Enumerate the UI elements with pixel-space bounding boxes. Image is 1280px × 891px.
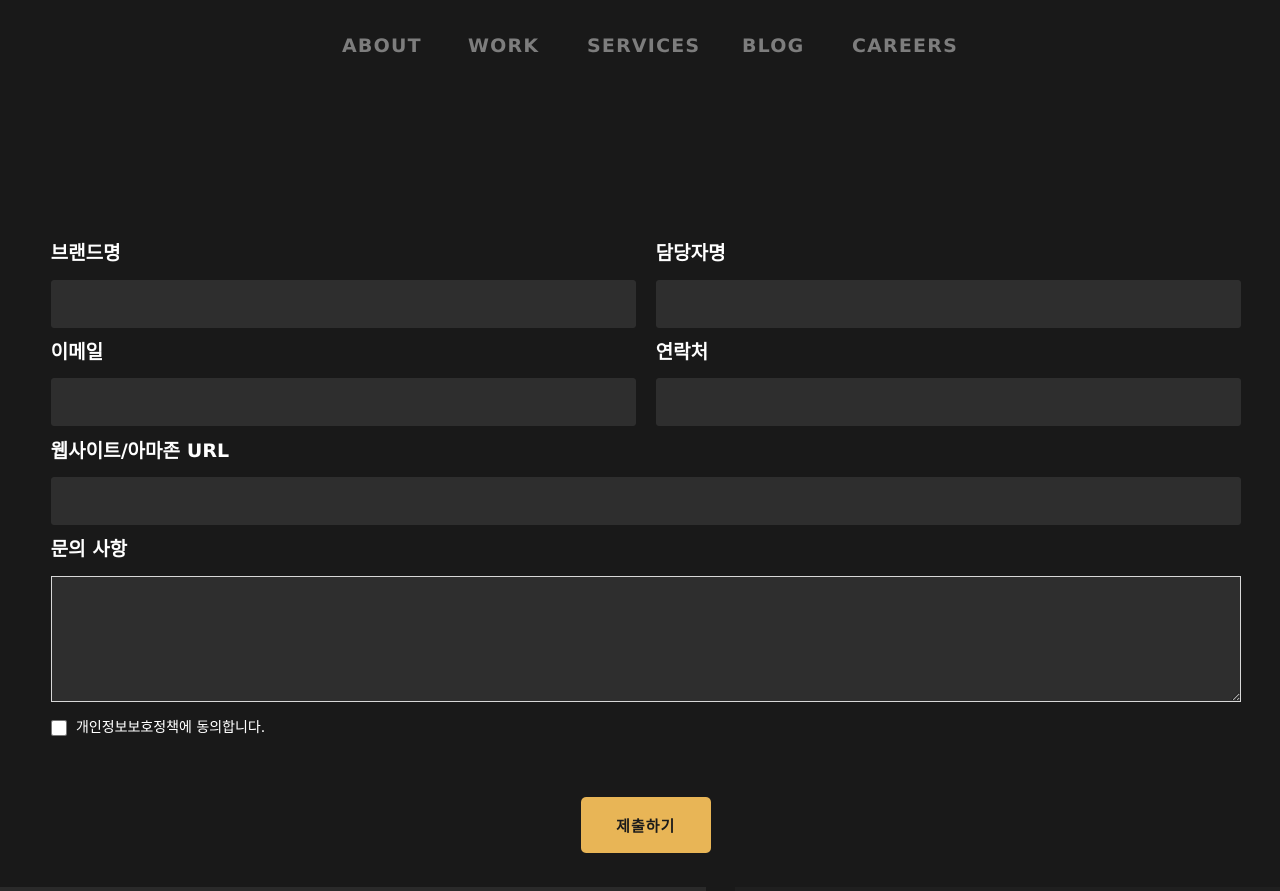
inquiry-label: 문의 사항 — [51, 538, 128, 560]
consent-row: 개인정보보호정책에 동의합니다. — [51, 718, 265, 738]
contact-person-input[interactable] — [656, 280, 1241, 328]
nav-item-careers[interactable]: CAREERS — [852, 31, 958, 61]
email-label: 이메일 — [51, 341, 104, 363]
website-input[interactable] — [51, 477, 1241, 525]
submit-button[interactable]: 제출하기 — [581, 797, 711, 853]
consent-checkbox[interactable] — [51, 720, 67, 736]
brand-input[interactable] — [51, 280, 636, 328]
contact-page: ABOUT WORK SERVICES BLOG CAREERS 브랜드명 담당… — [0, 0, 1280, 891]
nav-item-about[interactable]: ABOUT — [342, 31, 422, 61]
bottom-divider-right — [735, 887, 1280, 891]
contact-person-label: 담당자명 — [656, 242, 726, 264]
nav-item-work[interactable]: WORK — [468, 31, 539, 61]
top-nav: ABOUT WORK SERVICES BLOG CAREERS — [0, 31, 1280, 61]
bottom-divider-left — [0, 887, 706, 891]
nav-item-blog[interactable]: BLOG — [742, 31, 804, 61]
website-label: 웹사이트/아마존 URL — [51, 440, 230, 462]
phone-label: 연락처 — [656, 341, 709, 363]
nav-item-services[interactable]: SERVICES — [587, 31, 700, 61]
phone-input[interactable] — [656, 378, 1241, 426]
brand-label: 브랜드명 — [51, 242, 121, 264]
consent-label: 개인정보보호정책에 동의합니다. — [76, 720, 266, 736]
inquiry-textarea[interactable] — [51, 576, 1241, 702]
email-input[interactable] — [51, 378, 636, 426]
